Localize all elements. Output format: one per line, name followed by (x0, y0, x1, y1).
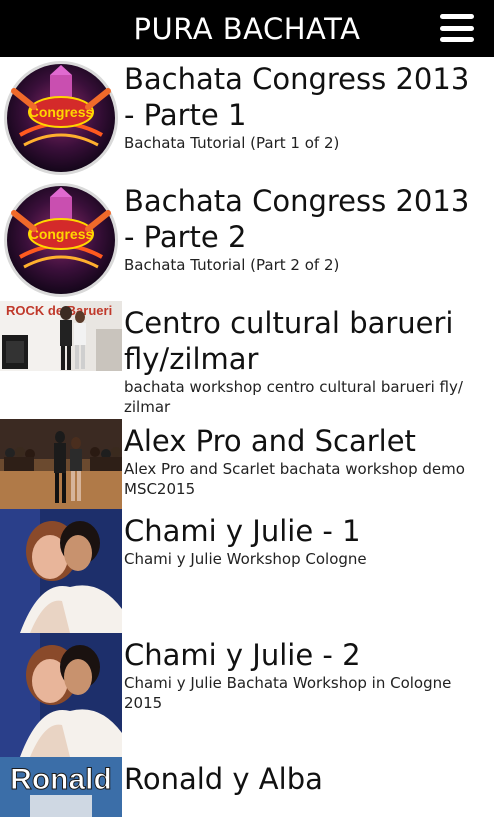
video-text: Bachata Congress 2013 - Parte 2 Bachata … (122, 179, 494, 275)
video-list-item[interactable]: Chami y Julie - 1 Chami y Julie Workshop… (0, 509, 494, 633)
video-list-item[interactable]: Chami y Julie - 2 Chami y Julie Bachata … (0, 633, 494, 757)
ronald-thumb-text: Ronald (10, 763, 112, 796)
video-list-item[interactable]: ROCK de Barueri Centro cultural barueri … (0, 301, 494, 419)
video-subtitle: Bachata Tutorial (Part 1 of 2) (124, 134, 340, 152)
video-text: Bachata Congress 2013 - Parte 1 Bachata … (122, 57, 494, 153)
video-list-item[interactable]: Congress Bachata Congress 2013 - Parte 2… (0, 179, 494, 301)
workshop-sign-text: ROCK de Barueri (6, 303, 112, 318)
ronald-photo-thumbnail: Ronald (0, 757, 122, 817)
congress-logo-thumbnail: Congress (0, 57, 122, 179)
video-list-item[interactable]: Congress Bachata Congress 2013 - Parte 1… (0, 57, 494, 179)
video-title: Bachata Congress 2013 - Parte 1 (124, 62, 470, 132)
video-title: Ronald y Alba (124, 762, 323, 796)
couple-photo-thumbnail (0, 509, 122, 633)
video-text: Ronald y Alba (122, 757, 494, 797)
video-text: Centro cultural barueri fly/zilmar bacha… (122, 301, 494, 417)
couple-photo-thumbnail (0, 633, 122, 757)
video-list: Congress Bachata Congress 2013 - Parte 1… (0, 57, 494, 817)
video-list-item[interactable]: Ronald Ronald y Alba (0, 757, 494, 817)
dance-floor-photo-thumbnail (0, 419, 122, 509)
video-text: Alex Pro and Scarlet Alex Pro and Scarle… (122, 419, 494, 499)
congress-logo-thumbnail: Congress (0, 179, 122, 301)
video-subtitle: bachata workshop centro cultural barueri… (124, 378, 463, 416)
app-title: PURA BACHATA (133, 11, 361, 46)
video-text: Chami y Julie - 1 Chami y Julie Workshop… (122, 509, 494, 569)
congress-logo-text: Congress (29, 104, 94, 120)
video-subtitle: Alex Pro and Scarlet bachata workshop de… (124, 460, 465, 498)
video-title: Centro cultural barueri fly/zilmar (124, 306, 454, 376)
video-title: Chami y Julie - 2 (124, 638, 361, 672)
video-title: Chami y Julie - 1 (124, 514, 361, 548)
video-list-item[interactable]: Alex Pro and Scarlet Alex Pro and Scarle… (0, 419, 494, 509)
video-title: Alex Pro and Scarlet (124, 424, 416, 458)
video-subtitle: Chami y Julie Workshop Cologne (124, 550, 367, 568)
video-text: Chami y Julie - 2 Chami y Julie Bachata … (122, 633, 494, 713)
workshop-photo-thumbnail: ROCK de Barueri (0, 301, 122, 371)
hamburger-menu-icon[interactable] (440, 14, 474, 42)
video-subtitle: Bachata Tutorial (Part 2 of 2) (124, 256, 340, 274)
app-bar: PURA BACHATA (0, 0, 494, 57)
video-subtitle: Chami y Julie Bachata Workshop in Cologn… (124, 674, 452, 712)
congress-logo-text: Congress (29, 226, 94, 242)
video-title: Bachata Congress 2013 - Parte 2 (124, 184, 470, 254)
